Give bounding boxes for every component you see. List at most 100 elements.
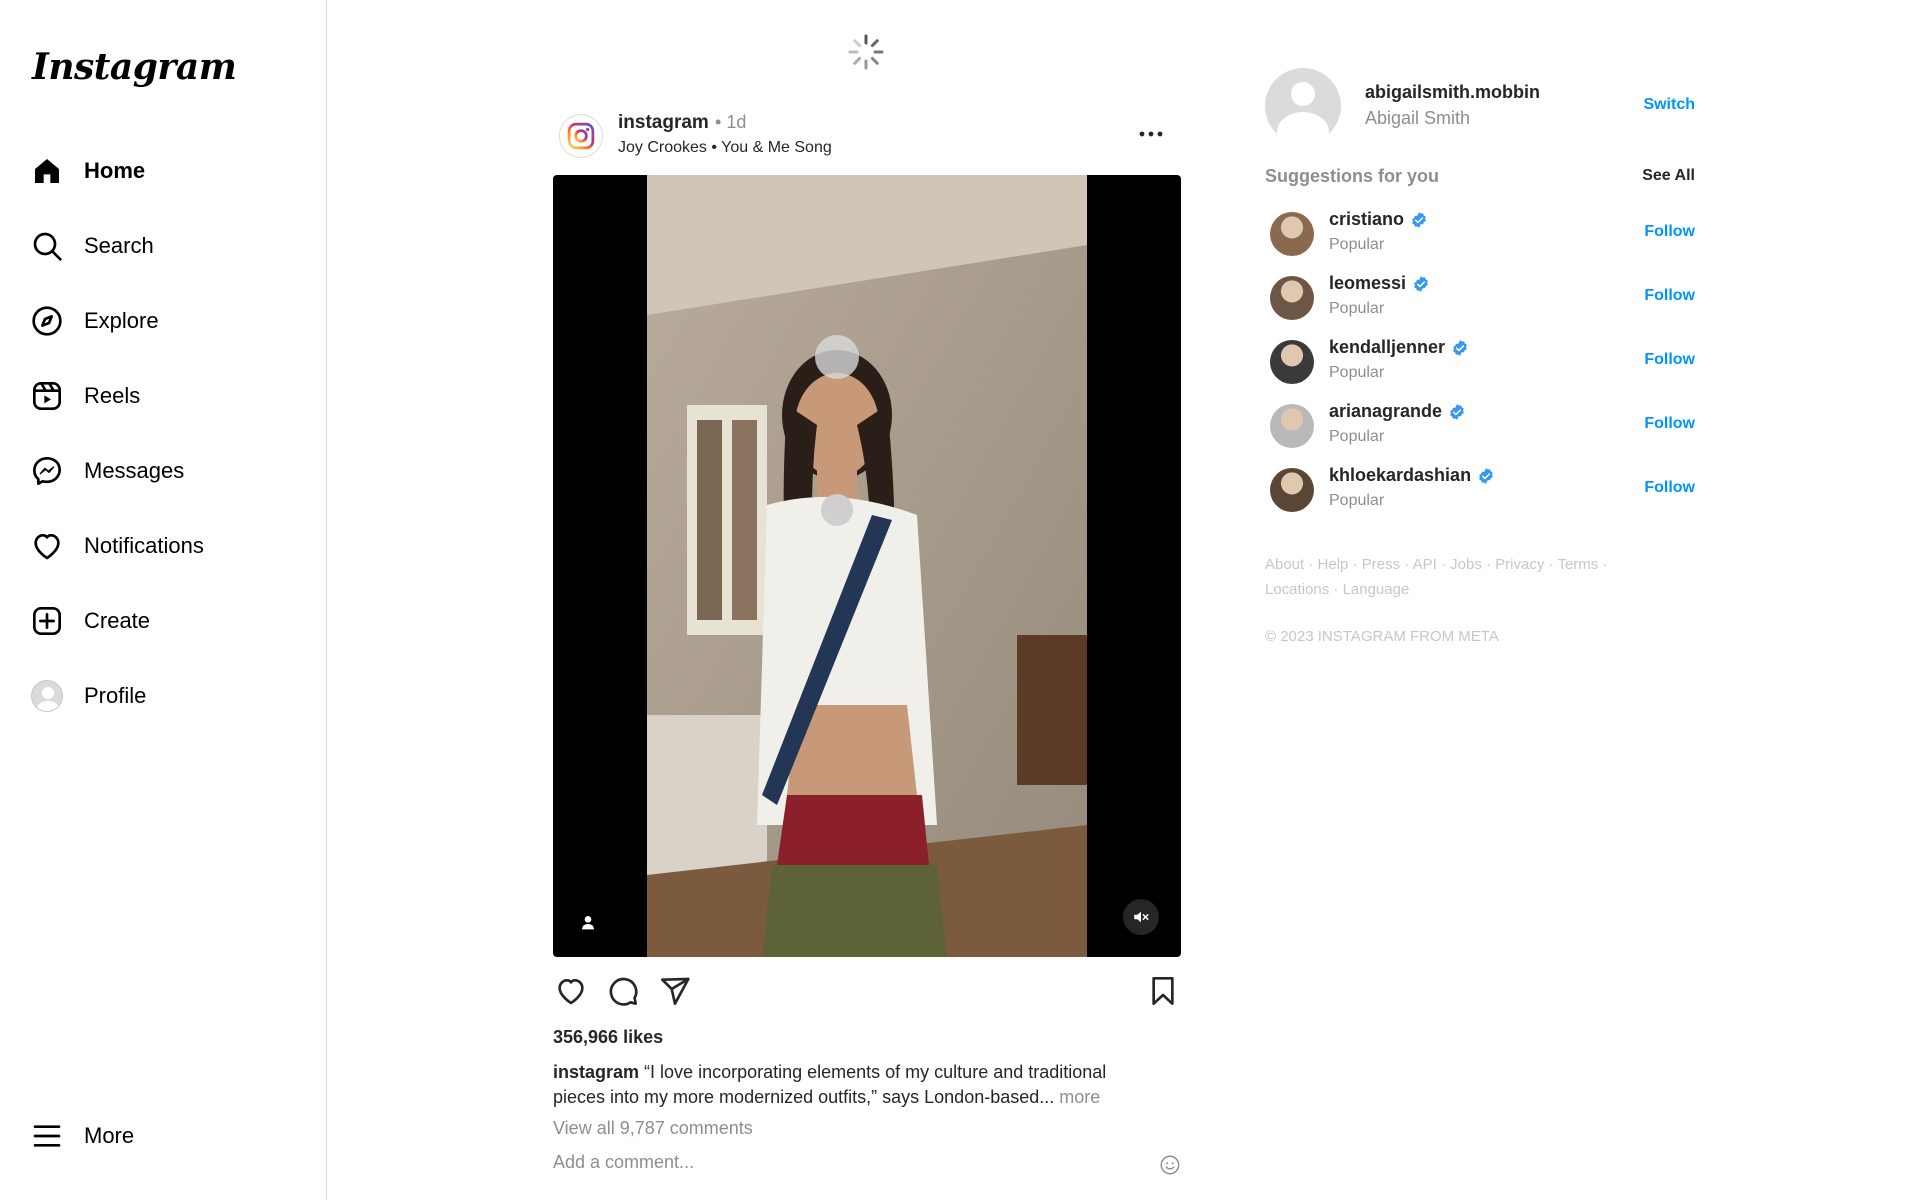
- instagram-logo-icon: [567, 122, 595, 150]
- suggestion-username[interactable]: leomessi: [1329, 273, 1430, 294]
- bookmark-icon: [1152, 977, 1174, 1005]
- sidebar: Instagram Home Search Explore Reels Mess…: [0, 0, 327, 1200]
- tagged-users-button[interactable]: [571, 905, 605, 939]
- sidebar-item-label: Reels: [84, 383, 141, 408]
- audio-song[interactable]: You & Me Song: [721, 139, 832, 156]
- hamburger-menu-icon: [30, 1119, 64, 1153]
- suggestion-avatar[interactable]: [1270, 276, 1314, 320]
- mute-toggle-button[interactable]: [1123, 899, 1159, 935]
- search-icon: [30, 229, 64, 263]
- heart-icon: [30, 529, 64, 563]
- heart-icon: [558, 979, 584, 1005]
- like-count[interactable]: 356,966 likes: [553, 1027, 663, 1048]
- post-header: instagram • 1d Joy Crookes • You & Me So…: [553, 105, 1181, 165]
- current-user-avatar[interactable]: [1265, 68, 1341, 144]
- instagram-logo[interactable]: Instagram: [32, 46, 237, 88]
- separator: ·: [1333, 581, 1339, 598]
- see-all-link[interactable]: See All: [1642, 167, 1695, 185]
- sidebar-item-label: Home: [84, 158, 146, 183]
- separator: ·: [1548, 556, 1554, 573]
- separator: ·: [1404, 556, 1410, 573]
- sidebar-item-create[interactable]: Create: [30, 595, 150, 647]
- suggestion-username[interactable]: cristiano: [1329, 209, 1428, 230]
- footer-link-about[interactable]: About: [1265, 556, 1304, 573]
- sidebar-item-more[interactable]: More: [30, 1110, 134, 1162]
- follow-button[interactable]: Follow: [1644, 223, 1695, 241]
- switch-account-button[interactable]: Switch: [1643, 96, 1695, 114]
- save-button[interactable]: [1145, 973, 1181, 1009]
- follow-button[interactable]: Follow: [1644, 479, 1695, 497]
- suggestion-avatar[interactable]: [1270, 340, 1314, 384]
- sidebar-item-home[interactable]: Home: [30, 145, 145, 197]
- suggestion-row: kendalljenner Popular Follow: [1265, 334, 1695, 394]
- sidebar-item-label: Explore: [84, 308, 159, 333]
- comment-input[interactable]: [553, 1152, 1113, 1173]
- sidebar-item-profile[interactable]: Profile: [30, 670, 146, 722]
- verified-badge-icon: [1453, 339, 1467, 356]
- audio-artist[interactable]: Joy Crookes: [618, 139, 707, 156]
- suggestion-subtitle: Popular: [1329, 236, 1385, 253]
- current-user-username[interactable]: abigailsmith.mobbin: [1365, 82, 1540, 103]
- footer-link-terms[interactable]: Terms: [1557, 556, 1598, 573]
- footer-link-api[interactable]: API: [1413, 556, 1437, 573]
- separator: ·: [1440, 556, 1446, 573]
- share-button[interactable]: [657, 973, 693, 1009]
- suggestion-row: arianagrande Popular Follow: [1265, 398, 1695, 458]
- view-all-comments-link[interactable]: View all 9,787 comments: [553, 1118, 753, 1139]
- caption-more-link[interactable]: more: [1059, 1087, 1100, 1107]
- suggestion-avatar[interactable]: [1270, 212, 1314, 256]
- footer-link-help[interactable]: Help: [1318, 556, 1349, 573]
- post-username[interactable]: instagram: [618, 112, 709, 134]
- sidebar-item-label: Messages: [84, 458, 185, 483]
- verified-badge-icon: [1479, 467, 1493, 484]
- follow-button[interactable]: Follow: [1644, 415, 1695, 433]
- follow-button[interactable]: Follow: [1644, 351, 1695, 369]
- verified-badge-icon: [1414, 275, 1428, 292]
- sidebar-item-notifications[interactable]: Notifications: [30, 520, 204, 572]
- sidebar-item-messages[interactable]: Messages: [30, 445, 184, 497]
- more-options-button[interactable]: [1133, 119, 1169, 149]
- sidebar-item-label: Profile: [84, 683, 147, 708]
- person-icon: [582, 916, 594, 930]
- messenger-icon: [30, 454, 64, 488]
- post-actions: [553, 973, 1181, 1013]
- sidebar-item-label: Create: [84, 608, 151, 633]
- suggestion-avatar[interactable]: [1270, 468, 1314, 512]
- paper-plane-icon: [661, 977, 690, 1005]
- post-audio[interactable]: Joy Crookes • You & Me Song: [618, 139, 832, 157]
- footer-link-locations[interactable]: Locations: [1265, 581, 1329, 598]
- separator: ·: [1308, 556, 1314, 573]
- suggestion-subtitle: Popular: [1329, 300, 1385, 317]
- like-button[interactable]: [553, 973, 589, 1009]
- sidebar-item-label: Search: [84, 233, 154, 258]
- compass-icon: [30, 304, 64, 338]
- sidebar-item-explore[interactable]: Explore: [30, 295, 159, 347]
- suggestion-username[interactable]: khloekardashian: [1329, 465, 1495, 486]
- suggestion-avatar[interactable]: [1270, 404, 1314, 448]
- suggestion-row: leomessi Popular Follow: [1265, 270, 1695, 330]
- suggestion-username[interactable]: kendalljenner: [1329, 337, 1469, 358]
- emoji-icon[interactable]: [1159, 1154, 1181, 1176]
- avatar: [31, 680, 63, 712]
- post-video[interactable]: [553, 175, 1181, 957]
- footer-links: About · Help · Press · API · Jobs · Priv…: [1265, 552, 1685, 602]
- sidebar-item-search[interactable]: Search: [30, 220, 154, 272]
- add-comment-row: [553, 1152, 1181, 1182]
- post-author-avatar[interactable]: [559, 114, 603, 158]
- suggestion-subtitle: Popular: [1329, 428, 1385, 445]
- footer-link-language[interactable]: Language: [1343, 581, 1410, 598]
- verified-badge-icon: [1412, 211, 1426, 228]
- follow-button[interactable]: Follow: [1644, 287, 1695, 305]
- comment-icon: [609, 977, 638, 1006]
- suggestion-username[interactable]: arianagrande: [1329, 401, 1466, 422]
- footer-link-jobs[interactable]: Jobs: [1450, 556, 1482, 573]
- reels-icon: [30, 379, 64, 413]
- loading-spinner-icon: [846, 32, 886, 72]
- sidebar-item-label: More: [84, 1123, 135, 1148]
- footer-link-privacy[interactable]: Privacy: [1495, 556, 1544, 573]
- comment-button[interactable]: [605, 973, 641, 1009]
- sidebar-item-reels[interactable]: Reels: [30, 370, 140, 422]
- footer-link-press[interactable]: Press: [1362, 556, 1400, 573]
- caption-username[interactable]: instagram: [553, 1062, 639, 1082]
- video-frame: [647, 175, 1087, 957]
